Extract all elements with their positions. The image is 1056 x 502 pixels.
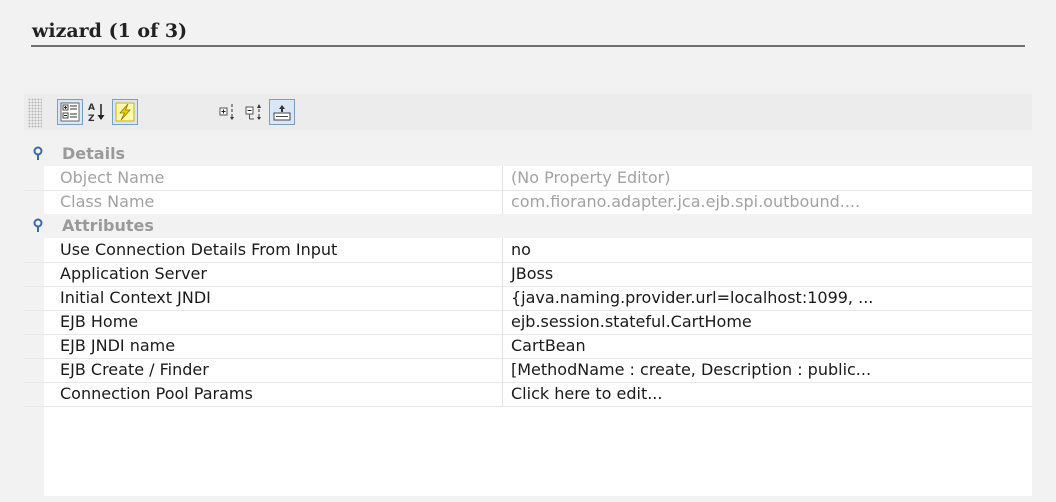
expand-all-button[interactable] [214, 99, 240, 125]
property-value: (No Property Editor) [511, 168, 671, 187]
property-value[interactable]: no [504, 238, 1032, 262]
show-expert-properties-button[interactable] [112, 99, 138, 125]
property-row-object-name[interactable]: Object Name (No Property Editor) [24, 166, 1032, 191]
property-name: EJB JNDI name [44, 334, 503, 358]
property-row-class-name[interactable]: Class Name com.fiorano.adapter.jca.ejb.s… [24, 190, 1032, 215]
toolbar-grip-handle[interactable] [28, 98, 42, 128]
property-row-initial-context-jndi[interactable]: Initial Context JNDI {java.naming.provid… [24, 286, 1032, 311]
category-label: Details [62, 144, 126, 163]
property-row-connection-pool-params[interactable]: Connection Pool Params Click here to edi… [24, 382, 1032, 407]
category-attributes[interactable]: Attributes [24, 214, 1032, 238]
property-value[interactable]: {java.naming.provider.url=localhost:1099… [504, 286, 1032, 310]
property-sheet: Details Object Name (No Property Editor)… [24, 142, 1032, 496]
property-name: EJB Home [44, 310, 503, 334]
property-name: EJB Create / Finder [44, 358, 503, 382]
property-value[interactable]: [MethodName : create, Description : publ… [504, 358, 1032, 382]
lightning-icon [115, 102, 135, 122]
property-value[interactable]: JBoss [504, 262, 1032, 286]
sort-alphabetical-icon: A Z [88, 103, 105, 123]
property-name: Class Name [44, 190, 503, 214]
property-name: Object Name [44, 166, 503, 190]
category-label: Attributes [62, 216, 154, 235]
title-divider [31, 45, 1025, 47]
property-value[interactable]: CartBean [504, 334, 1032, 358]
property-row-ejb-home[interactable]: EJB Home ejb.session.stateful.CartHome [24, 310, 1032, 335]
property-name: Initial Context JNDI [44, 286, 503, 310]
property-row-application-server[interactable]: Application Server JBoss [24, 262, 1032, 287]
collapse-all-icon [245, 104, 261, 120]
description-panel-icon [273, 105, 291, 121]
svg-text:A: A [88, 103, 95, 113]
property-name: Application Server [44, 262, 503, 286]
show-description-button[interactable] [269, 99, 295, 125]
sort-alphabetical-button[interactable]: A Z [84, 99, 110, 125]
window-title: wizard (1 of 3) [32, 20, 188, 42]
categorized-view-icon [60, 102, 80, 122]
property-row-ejb-create-finder[interactable]: EJB Create / Finder [MethodName : create… [24, 358, 1032, 383]
property-toolbar: A Z [24, 94, 1032, 130]
collapse-all-button[interactable] [241, 99, 267, 125]
property-name: Use Connection Details From Input [44, 238, 503, 262]
categorized-view-button[interactable] [57, 99, 83, 125]
svg-text:Z: Z [88, 114, 95, 123]
property-value: com.fiorano.adapter.jca.ejb.spi.outbound… [511, 192, 861, 211]
property-value[interactable]: ejb.session.stateful.CartHome [504, 310, 1032, 334]
property-row-ejb-jndi-name[interactable]: EJB JNDI name CartBean [24, 334, 1032, 359]
expand-all-icon [219, 104, 234, 120]
property-name: Connection Pool Params [44, 382, 503, 406]
property-row-use-connection-details[interactable]: Use Connection Details From Input no [24, 238, 1032, 263]
category-details[interactable]: Details [24, 142, 1032, 166]
property-value[interactable]: Click here to edit... [504, 382, 1032, 406]
